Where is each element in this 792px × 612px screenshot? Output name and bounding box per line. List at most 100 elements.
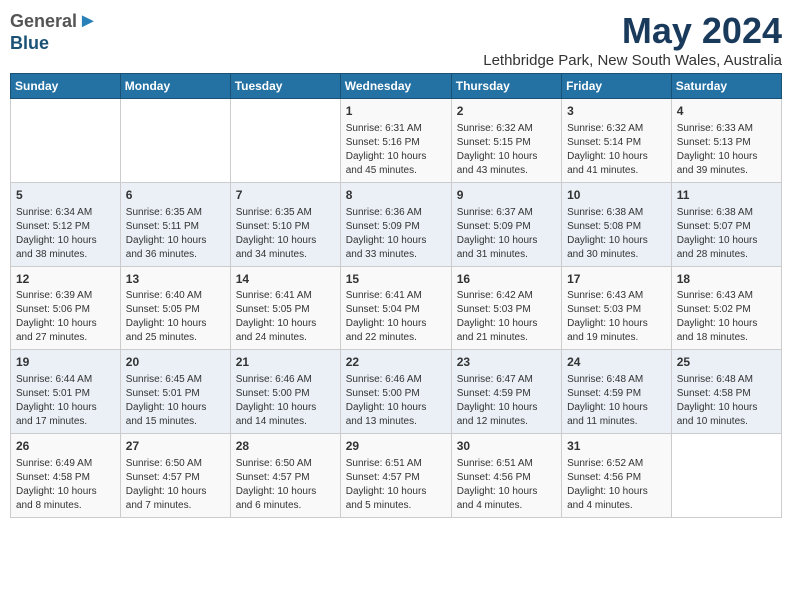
cell-sun-info: Sunrise: 6:34 AMSunset: 5:12 PMDaylight:… bbox=[16, 206, 115, 262]
cell-sun-info: Sunrise: 6:43 AMSunset: 5:03 PMDaylight:… bbox=[567, 289, 666, 345]
calendar-body: 1 Sunrise: 6:31 AMSunset: 5:16 PMDaylight… bbox=[11, 99, 782, 518]
day-number: 5 bbox=[16, 187, 115, 204]
calendar-cell: 6 Sunrise: 6:35 AMSunset: 5:11 PMDaylight… bbox=[120, 182, 230, 266]
cell-sun-info: Sunrise: 6:43 AMSunset: 5:02 PMDaylight:… bbox=[677, 289, 776, 345]
day-number: 18 bbox=[677, 271, 776, 288]
calendar-cell: 20Sunrise: 6:45 AMSunset: 5:01 PMDayligh… bbox=[120, 350, 230, 434]
calendar-cell: 10 Sunrise: 6:38 AMSunset: 5:08 PMDayligh… bbox=[562, 182, 672, 266]
cell-sun-info: Sunrise: 6:46 AMSunset: 5:00 PMDaylight:… bbox=[346, 373, 446, 429]
day-number: 6 bbox=[126, 187, 225, 204]
day-number: 13 bbox=[126, 271, 225, 288]
weekday-header-friday: Friday bbox=[562, 74, 672, 99]
month-title: May 2024 bbox=[483, 10, 782, 52]
title-area: May 2024 Lethbridge Park, New South Wale… bbox=[483, 10, 782, 69]
calendar-cell: 5 Sunrise: 6:34 AMSunset: 5:12 PMDaylight… bbox=[11, 182, 121, 266]
cell-sun-info: Sunrise: 6:51 AMSunset: 4:56 PMDaylight:… bbox=[457, 457, 556, 513]
day-number: 3 bbox=[567, 103, 666, 120]
logo-text-blue: Blue bbox=[10, 33, 49, 53]
cell-sun-info: Sunrise: 6:48 AMSunset: 4:58 PMDaylight:… bbox=[677, 373, 776, 429]
calendar-cell: 11 Sunrise: 6:38 AMSunset: 5:07 PMDayligh… bbox=[671, 182, 781, 266]
day-number: 12 bbox=[16, 271, 115, 288]
day-number: 24 bbox=[567, 354, 666, 371]
cell-sun-info: Sunrise: 6:36 AMSunset: 5:09 PMDaylight:… bbox=[346, 206, 446, 262]
calendar-cell: 28 Sunrise: 6:50 AMSunset: 4:57 PMDayligh… bbox=[230, 434, 340, 518]
day-number: 11 bbox=[677, 187, 776, 204]
calendar-cell bbox=[120, 99, 230, 183]
cell-sun-info: Sunrise: 6:47 AMSunset: 4:59 PMDaylight:… bbox=[457, 373, 556, 429]
day-number: 9 bbox=[457, 187, 556, 204]
calendar-cell: 14Sunrise: 6:41 AMSunset: 5:05 PMDayligh… bbox=[230, 266, 340, 350]
weekday-header-thursday: Thursday bbox=[451, 74, 561, 99]
cell-sun-info: Sunrise: 6:35 AMSunset: 5:10 PMDaylight:… bbox=[236, 206, 335, 262]
calendar-cell: 29Sunrise: 6:51 AMSunset: 4:57 PMDayligh… bbox=[340, 434, 451, 518]
calendar-cell: 31Sunrise: 6:52 AMSunset: 4:56 PMDayligh… bbox=[562, 434, 672, 518]
day-number: 19 bbox=[16, 354, 115, 371]
calendar-cell: 3 Sunrise: 6:32 AMSunset: 5:14 PMDaylight… bbox=[562, 99, 672, 183]
cell-sun-info: Sunrise: 6:32 AMSunset: 5:14 PMDaylight:… bbox=[567, 122, 666, 178]
cell-sun-info: Sunrise: 6:49 AMSunset: 4:58 PMDaylight:… bbox=[16, 457, 115, 513]
cell-sun-info: Sunrise: 6:41 AMSunset: 5:04 PMDaylight:… bbox=[346, 289, 446, 345]
logo: General ► Blue bbox=[10, 10, 99, 54]
calendar-week-4: 19 Sunrise: 6:44 AMSunset: 5:01 PMDayligh… bbox=[11, 350, 782, 434]
calendar-cell: 24Sunrise: 6:48 AMSunset: 4:59 PMDayligh… bbox=[562, 350, 672, 434]
day-number: 1 bbox=[346, 103, 446, 120]
weekday-header-sunday: Sunday bbox=[11, 74, 121, 99]
calendar-cell: 12Sunrise: 6:39 AMSunset: 5:06 PMDayligh… bbox=[11, 266, 121, 350]
calendar-table: SundayMondayTuesdayWednesdayThursdayFrid… bbox=[10, 73, 782, 518]
cell-sun-info: Sunrise: 6:44 AMSunset: 5:01 PMDaylight:… bbox=[16, 373, 115, 429]
calendar-cell: 4Sunrise: 6:33 AMSunset: 5:13 PMDaylight… bbox=[671, 99, 781, 183]
calendar-week-1: 1 Sunrise: 6:31 AMSunset: 5:16 PMDaylight… bbox=[11, 99, 782, 183]
calendar-cell: 18Sunrise: 6:43 AMSunset: 5:02 PMDayligh… bbox=[671, 266, 781, 350]
calendar-cell: 17Sunrise: 6:43 AMSunset: 5:03 PMDayligh… bbox=[562, 266, 672, 350]
logo-icon: ► bbox=[78, 10, 98, 33]
calendar-cell bbox=[230, 99, 340, 183]
weekday-header-saturday: Saturday bbox=[671, 74, 781, 99]
weekday-header-tuesday: Tuesday bbox=[230, 74, 340, 99]
location-title: Lethbridge Park, New South Wales, Austra… bbox=[483, 52, 782, 69]
calendar-cell: 16Sunrise: 6:42 AMSunset: 5:03 PMDayligh… bbox=[451, 266, 561, 350]
calendar-cell: 15Sunrise: 6:41 AMSunset: 5:04 PMDayligh… bbox=[340, 266, 451, 350]
cell-sun-info: Sunrise: 6:41 AMSunset: 5:05 PMDaylight:… bbox=[236, 289, 335, 345]
calendar-cell: 19 Sunrise: 6:44 AMSunset: 5:01 PMDayligh… bbox=[11, 350, 121, 434]
day-number: 14 bbox=[236, 271, 335, 288]
day-number: 2 bbox=[457, 103, 556, 120]
header: General ► Blue May 2024 Lethbridge Park,… bbox=[10, 10, 782, 69]
cell-sun-info: Sunrise: 6:51 AMSunset: 4:57 PMDaylight:… bbox=[346, 457, 446, 513]
calendar-cell bbox=[11, 99, 121, 183]
calendar-cell: 21 Sunrise: 6:46 AMSunset: 5:00 PMDayligh… bbox=[230, 350, 340, 434]
day-number: 21 bbox=[236, 354, 335, 371]
day-number: 30 bbox=[457, 438, 556, 455]
day-number: 15 bbox=[346, 271, 446, 288]
cell-sun-info: Sunrise: 6:31 AMSunset: 5:16 PMDaylight:… bbox=[346, 122, 446, 178]
cell-sun-info: Sunrise: 6:38 AMSunset: 5:08 PMDaylight:… bbox=[567, 206, 666, 262]
calendar-cell: 2Sunrise: 6:32 AMSunset: 5:15 PMDaylight… bbox=[451, 99, 561, 183]
calendar-week-5: 26 Sunrise: 6:49 AMSunset: 4:58 PMDayligh… bbox=[11, 434, 782, 518]
day-number: 8 bbox=[346, 187, 446, 204]
cell-sun-info: Sunrise: 6:37 AMSunset: 5:09 PMDaylight:… bbox=[457, 206, 556, 262]
calendar-cell: 13Sunrise: 6:40 AMSunset: 5:05 PMDayligh… bbox=[120, 266, 230, 350]
weekday-header-wednesday: Wednesday bbox=[340, 74, 451, 99]
calendar-cell bbox=[671, 434, 781, 518]
calendar-week-3: 12Sunrise: 6:39 AMSunset: 5:06 PMDayligh… bbox=[11, 266, 782, 350]
cell-sun-info: Sunrise: 6:46 AMSunset: 5:00 PMDaylight:… bbox=[236, 373, 335, 429]
cell-sun-info: Sunrise: 6:38 AMSunset: 5:07 PMDaylight:… bbox=[677, 206, 776, 262]
day-number: 17 bbox=[567, 271, 666, 288]
cell-sun-info: Sunrise: 6:45 AMSunset: 5:01 PMDaylight:… bbox=[126, 373, 225, 429]
calendar-cell: 8 Sunrise: 6:36 AMSunset: 5:09 PMDaylight… bbox=[340, 182, 451, 266]
cell-sun-info: Sunrise: 6:50 AMSunset: 4:57 PMDaylight:… bbox=[236, 457, 335, 513]
cell-sun-info: Sunrise: 6:50 AMSunset: 4:57 PMDaylight:… bbox=[126, 457, 225, 513]
cell-sun-info: Sunrise: 6:35 AMSunset: 5:11 PMDaylight:… bbox=[126, 206, 225, 262]
day-number: 26 bbox=[16, 438, 115, 455]
calendar-cell: 9 Sunrise: 6:37 AMSunset: 5:09 PMDaylight… bbox=[451, 182, 561, 266]
calendar-cell: 7 Sunrise: 6:35 AMSunset: 5:10 PMDaylight… bbox=[230, 182, 340, 266]
weekday-header-monday: Monday bbox=[120, 74, 230, 99]
day-number: 7 bbox=[236, 187, 335, 204]
day-number: 10 bbox=[567, 187, 666, 204]
calendar-cell: 1 Sunrise: 6:31 AMSunset: 5:16 PMDaylight… bbox=[340, 99, 451, 183]
day-number: 28 bbox=[236, 438, 335, 455]
day-number: 25 bbox=[677, 354, 776, 371]
day-number: 4 bbox=[677, 103, 776, 120]
calendar-header-row: SundayMondayTuesdayWednesdayThursdayFrid… bbox=[11, 74, 782, 99]
day-number: 22 bbox=[346, 354, 446, 371]
calendar-cell: 30 Sunrise: 6:51 AMSunset: 4:56 PMDayligh… bbox=[451, 434, 561, 518]
